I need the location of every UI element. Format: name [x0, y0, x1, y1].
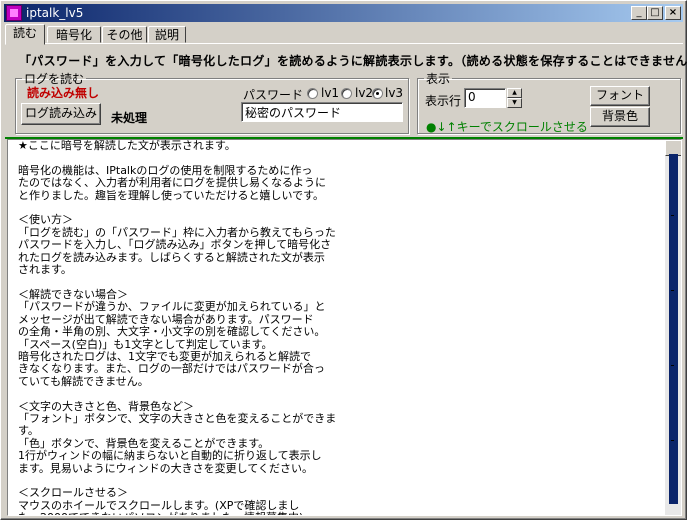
- level1-radio[interactable]: [307, 88, 318, 99]
- font-button[interactable]: フォント: [590, 86, 650, 106]
- lines-field[interactable]: 0: [464, 88, 506, 108]
- minimize-button[interactable]: _: [631, 6, 647, 20]
- tab-other[interactable]: その他: [102, 26, 147, 43]
- scroll-tick: [671, 290, 674, 291]
- spin-up-icon[interactable]: ▲: [507, 88, 522, 98]
- level2-radio[interactable]: [341, 88, 352, 99]
- tab-encrypt[interactable]: 暗号化: [47, 26, 101, 43]
- maximize-button[interactable]: □: [647, 6, 663, 20]
- level3-label: lv3: [385, 86, 404, 100]
- close-button[interactable]: ×: [665, 6, 681, 20]
- window-title: iptalk_lv5: [26, 6, 84, 20]
- decrypted-text: ★ここに暗号を解読した文が表示されます。 暗号化の機能は、IPtalkのログの使…: [18, 139, 337, 515]
- vertical-scrollbar[interactable]: [665, 140, 681, 515]
- level2-label: lv2: [355, 86, 374, 100]
- lines-spinner[interactable]: ▲ ▼: [507, 88, 522, 108]
- app-window: iptalk_lv5 _ □ × 読む 暗号化 その他 説明 「パスワード」を入…: [0, 0, 687, 520]
- load-log-button[interactable]: ログ読み込み: [21, 103, 101, 125]
- background-color-button[interactable]: 背景色: [590, 107, 650, 127]
- notice-text: 「パスワード」を入力して「暗号化したログ」を読めるように解読表示します。（読める…: [19, 54, 687, 68]
- level3-radio[interactable]: [372, 88, 383, 99]
- scroll-tick: [671, 440, 674, 441]
- scroll-tick: [671, 215, 674, 216]
- tab-read[interactable]: 読む: [5, 24, 45, 45]
- level1-label: lv1: [321, 86, 340, 100]
- scroll-thumb[interactable]: [669, 154, 678, 504]
- lines-label: 表示行: [425, 94, 462, 108]
- app-icon[interactable]: [6, 5, 22, 21]
- load-status: 読み込み無し: [27, 86, 100, 100]
- password-field[interactable]: 秘密のパスワード: [241, 102, 403, 122]
- password-label: パスワード: [243, 88, 304, 102]
- scroll-hint: ●↓↑キーでスクロールさせる: [426, 120, 588, 134]
- spin-down-icon[interactable]: ▼: [507, 98, 522, 108]
- display-legend: 表示: [426, 72, 451, 86]
- scroll-tick: [671, 365, 674, 366]
- title-bar[interactable]: iptalk_lv5 _ □ ×: [4, 4, 683, 22]
- process-status: 未処理: [111, 111, 148, 125]
- decrypted-text-area[interactable]: ★ここに暗号を解読した文が表示されます。 暗号化の機能は、IPtalkのログの使…: [7, 139, 682, 516]
- tab-help[interactable]: 説明: [148, 26, 186, 43]
